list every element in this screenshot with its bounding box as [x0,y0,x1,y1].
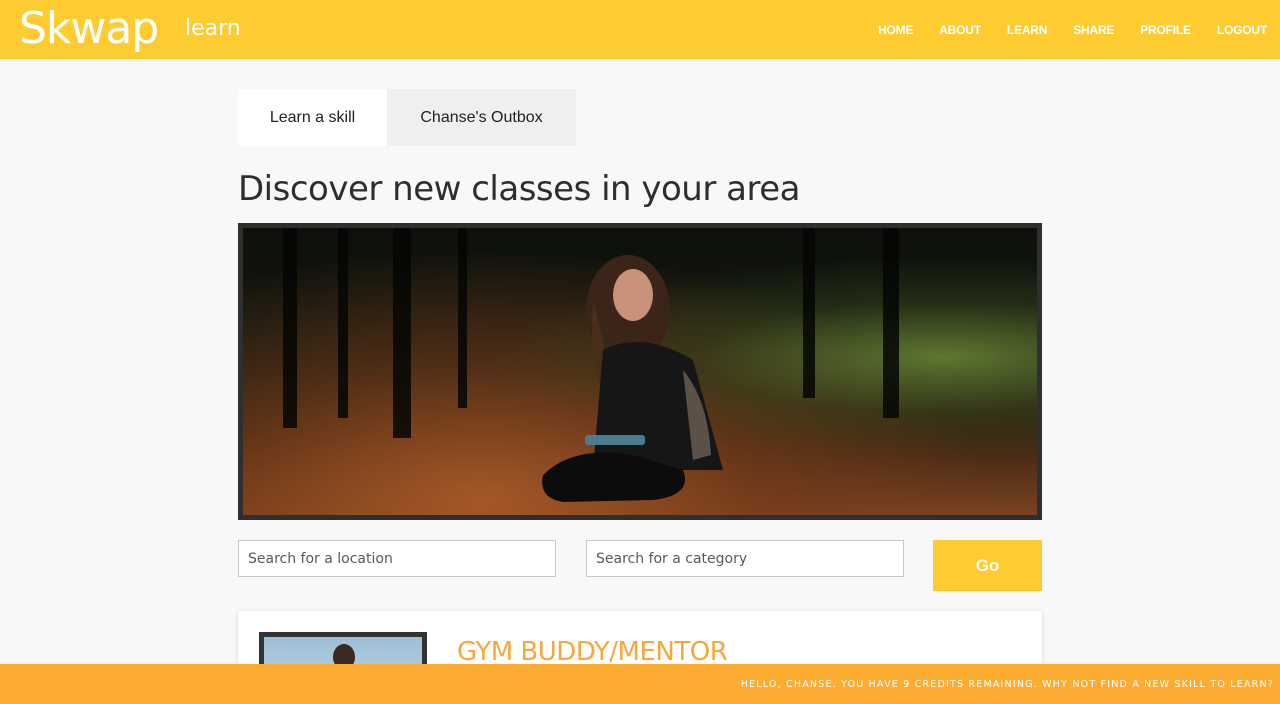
nav-share-link[interactable]: SHARE [1073,23,1114,37]
tree-trunk [803,228,815,398]
listing-title[interactable]: GYM BUDDY/MENTOR [457,637,728,667]
credits-message: HELLO, CHANSE. YOU HAVE 9 CREDITS REMAIN… [740,678,1274,690]
nav-menu: HOME ABOUT LEARN SHARE PROFILE LOGOUT [865,0,1280,59]
person-reading-illustration [542,255,723,502]
hero-photo [243,228,1037,515]
nav-about-link[interactable]: ABOUT [939,23,981,37]
brand-section-label: learn [185,16,241,41]
nav-logout-link[interactable]: LOGOUT [1217,23,1267,37]
tree-trunk [883,228,899,418]
tree-trunk [393,228,411,438]
tree-trunk [338,228,348,418]
top-navbar: Skwap learn HOME ABOUT LEARN SHARE PROFI… [0,0,1280,59]
hero-image [238,223,1042,520]
credits-footer-bar: HELLO, CHANSE. YOU HAVE 9 CREDITS REMAIN… [0,664,1280,704]
tab-outbox[interactable]: Chanse's Outbox [387,89,576,146]
nav-profile-link[interactable]: PROFILE [1140,23,1191,37]
location-search-input[interactable] [238,540,556,577]
tab-bar: Learn a skill Chanse's Outbox [238,89,576,146]
nav-home-link[interactable]: HOME [878,23,913,37]
tab-learn-a-skill[interactable]: Learn a skill [238,89,387,146]
nav-learn-link[interactable]: LEARN [1007,23,1048,37]
brand-logo[interactable]: Skwap [19,2,159,56]
tree-trunk [283,228,297,428]
go-button[interactable]: Go [933,540,1042,591]
page-title: Discover new classes in your area [238,169,800,209]
tree-trunk [458,228,467,408]
category-search-input[interactable] [586,540,904,577]
